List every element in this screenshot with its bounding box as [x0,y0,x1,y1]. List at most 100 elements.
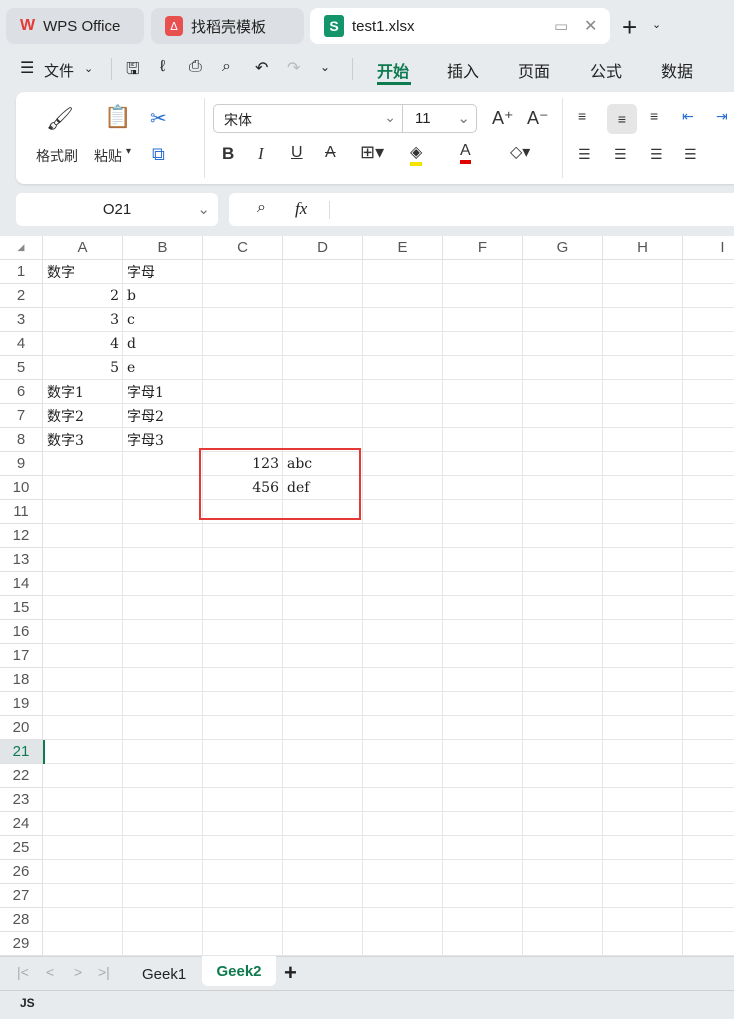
column-header[interactable]: C [203,236,283,260]
cell[interactable] [123,812,203,836]
cell[interactable] [443,260,523,284]
cell[interactable] [43,716,123,740]
cell[interactable] [443,836,523,860]
row-header[interactable]: 10 [0,476,43,500]
close-icon[interactable]: ✕ [584,16,597,36]
cell[interactable] [523,452,603,476]
fx-label[interactable]: fx [295,199,307,219]
align-bottom-icon[interactable]: ≡ [650,108,658,124]
cell[interactable] [603,548,683,572]
cell[interactable] [123,932,203,956]
cell[interactable] [443,812,523,836]
cell[interactable] [523,740,603,764]
cell[interactable] [203,812,283,836]
cell-value[interactable]: d [123,332,203,356]
row-header[interactable]: 17 [0,644,43,668]
cell-value[interactable]: 数字3 [43,428,123,452]
tab-test1-xlsx[interactable]: S test1.xlsx ▭ ✕ [310,8,610,44]
cell[interactable] [363,572,443,596]
row-header[interactable]: 20 [0,716,43,740]
cell[interactable] [123,860,203,884]
cell[interactable] [363,260,443,284]
column-header[interactable]: F [443,236,523,260]
cell[interactable] [523,884,603,908]
cell[interactable] [443,668,523,692]
cell[interactable] [683,932,734,956]
cell[interactable] [203,260,283,284]
cut-icon[interactable]: ✂ [150,106,167,131]
cell[interactable] [283,644,363,668]
cell[interactable] [443,524,523,548]
save-icon[interactable]: 🖫 [126,58,140,85]
align-center-icon[interactable]: ☰ [614,146,627,163]
align-left-icon[interactable]: ☰ [578,146,591,163]
cell[interactable] [283,620,363,644]
bold-button[interactable]: B [222,144,234,164]
cell[interactable] [363,524,443,548]
align-right-icon[interactable]: ☰ [650,146,663,163]
print-icon[interactable]: ⎙ [189,58,202,76]
cell[interactable] [523,284,603,308]
cell[interactable] [683,716,734,740]
row-header[interactable]: 1 [0,260,43,284]
column-header[interactable]: I [683,236,734,260]
monitor-icon[interactable]: ▭ [554,17,568,35]
align-middle-icon[interactable]: ≡ [607,104,637,134]
row-header[interactable]: 25 [0,836,43,860]
cell[interactable] [363,356,443,380]
cell[interactable] [283,380,363,404]
cell[interactable] [283,908,363,932]
cell[interactable] [523,356,603,380]
cell[interactable] [523,500,603,524]
cell[interactable] [523,380,603,404]
paste-icon[interactable]: 📋 [104,104,131,130]
cell[interactable] [683,308,734,332]
cell[interactable] [43,692,123,716]
cell[interactable] [203,788,283,812]
cell[interactable] [443,284,523,308]
cell[interactable] [603,404,683,428]
cell[interactable] [683,668,734,692]
column-header[interactable]: D [283,236,363,260]
cell[interactable] [363,836,443,860]
cell[interactable] [683,572,734,596]
cell[interactable] [203,620,283,644]
cell[interactable] [683,908,734,932]
column-header[interactable]: G [523,236,603,260]
cell[interactable] [523,716,603,740]
cell[interactable] [283,308,363,332]
row-header[interactable]: 23 [0,788,43,812]
zoom-function-icon[interactable]: ⌕ [257,199,266,217]
cell[interactable] [123,764,203,788]
cell[interactable] [523,812,603,836]
cell[interactable] [523,260,603,284]
row-header[interactable]: 3 [0,308,43,332]
cell[interactable] [363,380,443,404]
cell[interactable] [683,260,734,284]
cell[interactable] [283,356,363,380]
cell[interactable] [523,596,603,620]
cell[interactable] [123,908,203,932]
cell[interactable] [203,356,283,380]
cell[interactable] [683,404,734,428]
cell[interactable] [363,884,443,908]
cell[interactable] [363,500,443,524]
row-header[interactable]: 27 [0,884,43,908]
cell[interactable] [283,812,363,836]
format-painter-icon[interactable]: 🖌 [46,106,74,132]
cell[interactable] [203,284,283,308]
row-header[interactable]: 19 [0,692,43,716]
cell[interactable] [43,548,123,572]
cell-value[interactable]: 3 [43,308,123,332]
cell[interactable] [443,932,523,956]
row-header[interactable]: 22 [0,764,43,788]
row-header[interactable]: 4 [0,332,43,356]
row-header[interactable]: 5 [0,356,43,380]
row-header[interactable]: 7 [0,404,43,428]
cell[interactable] [603,884,683,908]
cell[interactable] [443,356,523,380]
cell[interactable] [683,356,734,380]
chevron-down-icon[interactable]: ▾ [126,146,131,157]
cell-value[interactable]: 字母2 [123,404,203,428]
cell[interactable] [603,476,683,500]
